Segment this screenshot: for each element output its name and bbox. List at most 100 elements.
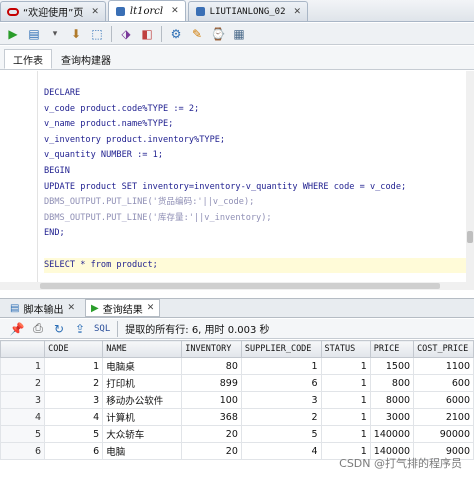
run-script-icon[interactable]: ▤ <box>27 27 41 41</box>
row-number[interactable]: 3 <box>0 391 46 409</box>
code-line: UPDATE product SET inventory=inventory-v… <box>44 181 407 192</box>
table-row[interactable]: 2 2 打印机 899 6 1 800 600 <box>0 374 474 392</box>
table-cell[interactable]: 20 <box>181 425 242 443</box>
autotrace-icon[interactable]: ◧ <box>140 27 154 41</box>
table-row[interactable]: 3 3 移动办公软件 100 3 1 8000 6000 <box>0 391 474 409</box>
rollback-icon[interactable]: ⬚ <box>90 27 104 41</box>
table-cell[interactable]: 8000 <box>369 391 415 409</box>
table-cell[interactable]: 20 <box>181 442 242 460</box>
format-icon[interactable]: ▦ <box>232 27 246 41</box>
editor-toolbar: ▶ ▤ ▾ ⬇ ⬚ ⬗ ◧ ⚙ ✎ ⌚ ▦ <box>0 23 474 45</box>
export-icon[interactable]: ⇪ <box>73 322 87 336</box>
history-icon[interactable]: ⌚ <box>211 27 226 41</box>
table-cell[interactable]: 3 <box>240 391 322 409</box>
table-cell[interactable]: 1100 <box>413 357 474 375</box>
tab-liutianlong[interactable]: LIUTIANLONG_02 ✕ <box>187 1 309 21</box>
horizontal-scrollbar[interactable] <box>0 282 474 290</box>
column-header[interactable]: NAME <box>102 340 183 358</box>
code-area[interactable]: DECLARE v_code product.code%TYPE := 2; v_n… <box>44 86 468 274</box>
table-cell[interactable]: 2 <box>44 374 104 392</box>
table-cell[interactable]: 3000 <box>369 408 415 426</box>
table-cell[interactable]: 4 <box>240 442 322 460</box>
tab-lt1orcl[interactable]: lt1orcl ✕ <box>107 0 186 21</box>
run-statement-icon[interactable]: ▶ <box>6 27 20 41</box>
close-icon[interactable]: ✕ <box>294 7 302 17</box>
row-number[interactable]: 4 <box>0 408 46 426</box>
table-cell[interactable]: 1 <box>44 357 104 375</box>
table-cell[interactable]: 1 <box>240 357 322 375</box>
table-cell[interactable]: 6 <box>44 442 104 460</box>
table-cell[interactable]: 1 <box>320 425 371 443</box>
clear-icon[interactable]: ✎ <box>190 27 204 41</box>
table-cell[interactable]: 2 <box>240 408 322 426</box>
tab-welcome[interactable]: “欢迎使用”页 ✕ <box>0 1 106 21</box>
column-header[interactable]: STATUS <box>320 340 371 358</box>
row-number[interactable]: 1 <box>0 357 46 375</box>
close-icon[interactable]: ✕ <box>171 6 179 16</box>
table-cell[interactable]: 140000 <box>369 425 415 443</box>
table-cell[interactable]: 3 <box>44 391 104 409</box>
table-cell[interactable]: 大众轿车 <box>102 425 183 443</box>
table-cell[interactable]: 368 <box>181 408 242 426</box>
table-cell[interactable]: 6000 <box>413 391 474 409</box>
table-row[interactable]: 5 5 大众轿车 20 5 1 140000 90000 <box>0 425 474 443</box>
table-cell[interactable]: 6 <box>240 374 322 392</box>
table-row[interactable]: 4 4 计算机 368 2 1 3000 2100 <box>0 408 474 426</box>
table-cell[interactable]: 电脑 <box>102 442 183 460</box>
row-number[interactable]: 6 <box>0 442 46 460</box>
table-cell[interactable]: 1 <box>320 374 371 392</box>
code-line: v_code product.code%TYPE := 2; <box>44 103 200 114</box>
column-header[interactable]: PRICE <box>369 340 415 358</box>
editor-tab-bar: “欢迎使用”页 ✕ lt1orcl ✕ LIUTIANLONG_02 ✕ <box>0 0 474 22</box>
tab-query-result[interactable]: ▶ 查询结果 ✕ <box>85 299 161 317</box>
sql-button[interactable]: SQL <box>94 324 110 334</box>
table-cell[interactable]: 100 <box>181 391 242 409</box>
table-cell[interactable]: 打印机 <box>102 374 183 392</box>
table-cell[interactable]: 80 <box>181 357 242 375</box>
tab-lt1orcl-label: lt1orcl <box>129 5 164 17</box>
tab-script-output[interactable]: ▤ 脚本输出 ✕ <box>4 299 81 317</box>
table-cell[interactable]: 899 <box>181 374 242 392</box>
tab-script-output-label: 脚本输出 <box>23 304 64 316</box>
table-cell[interactable]: 2100 <box>413 408 474 426</box>
column-header[interactable]: INVENTORY <box>181 340 242 358</box>
refresh-icon[interactable]: ↻ <box>52 322 66 336</box>
table-cell[interactable]: 90000 <box>413 425 474 443</box>
tab-query-builder[interactable]: 查询构建器 <box>52 49 120 69</box>
close-icon[interactable]: ✕ <box>67 303 75 313</box>
scroll-thumb[interactable] <box>467 231 473 243</box>
table-cell[interactable]: 5 <box>44 425 104 443</box>
table-cell[interactable]: 计算机 <box>102 408 183 426</box>
row-number[interactable]: 5 <box>0 425 46 443</box>
commit-icon[interactable]: ⬇ <box>69 27 83 41</box>
table-cell[interactable]: 移动办公软件 <box>102 391 183 409</box>
scroll-thumb[interactable] <box>40 283 440 289</box>
table-cell[interactable]: 电脑桌 <box>102 357 183 375</box>
close-icon[interactable]: ✕ <box>147 303 155 313</box>
script-output-icon: ▤ <box>10 302 20 314</box>
dropdown-arrow-icon[interactable]: ▾ <box>48 27 62 41</box>
table-cell[interactable]: 1 <box>320 408 371 426</box>
sql-tuning-icon[interactable]: ⚙ <box>169 27 183 41</box>
explain-plan-icon[interactable]: ⬗ <box>119 27 133 41</box>
vertical-scrollbar[interactable] <box>466 71 474 290</box>
table-cell[interactable]: 5 <box>240 425 322 443</box>
pin-icon[interactable]: 📌 <box>10 322 25 336</box>
table-cell[interactable]: 1500 <box>369 357 415 375</box>
column-header[interactable]: CODE <box>44 340 104 358</box>
tab-worksheet[interactable]: 工作表 <box>4 49 52 69</box>
code-line: DBMS_OUTPUT.PUT_LINE('库存量:'||v_inventory… <box>44 212 272 223</box>
table-cell[interactable]: 800 <box>369 374 415 392</box>
print-icon[interactable]: ⎙ <box>31 321 45 336</box>
table-row[interactable]: 1 1 电脑桌 80 1 1 1500 1100 <box>0 357 474 375</box>
table-cell[interactable]: 1 <box>320 391 371 409</box>
column-header[interactable]: COST_PRICE <box>413 340 474 358</box>
output-panel-tabs: ▤ 脚本输出 ✕ ▶ 查询结果 ✕ <box>0 298 474 318</box>
sql-editor[interactable]: DECLARE v_code product.code%TYPE := 2; v_n… <box>0 71 474 290</box>
table-cell[interactable]: 4 <box>44 408 104 426</box>
row-number[interactable]: 2 <box>0 374 46 392</box>
column-header[interactable]: SUPPLIER_CODE <box>240 340 322 358</box>
close-icon[interactable]: ✕ <box>91 7 99 17</box>
table-cell[interactable]: 1 <box>320 357 371 375</box>
table-cell[interactable]: 600 <box>413 374 474 392</box>
